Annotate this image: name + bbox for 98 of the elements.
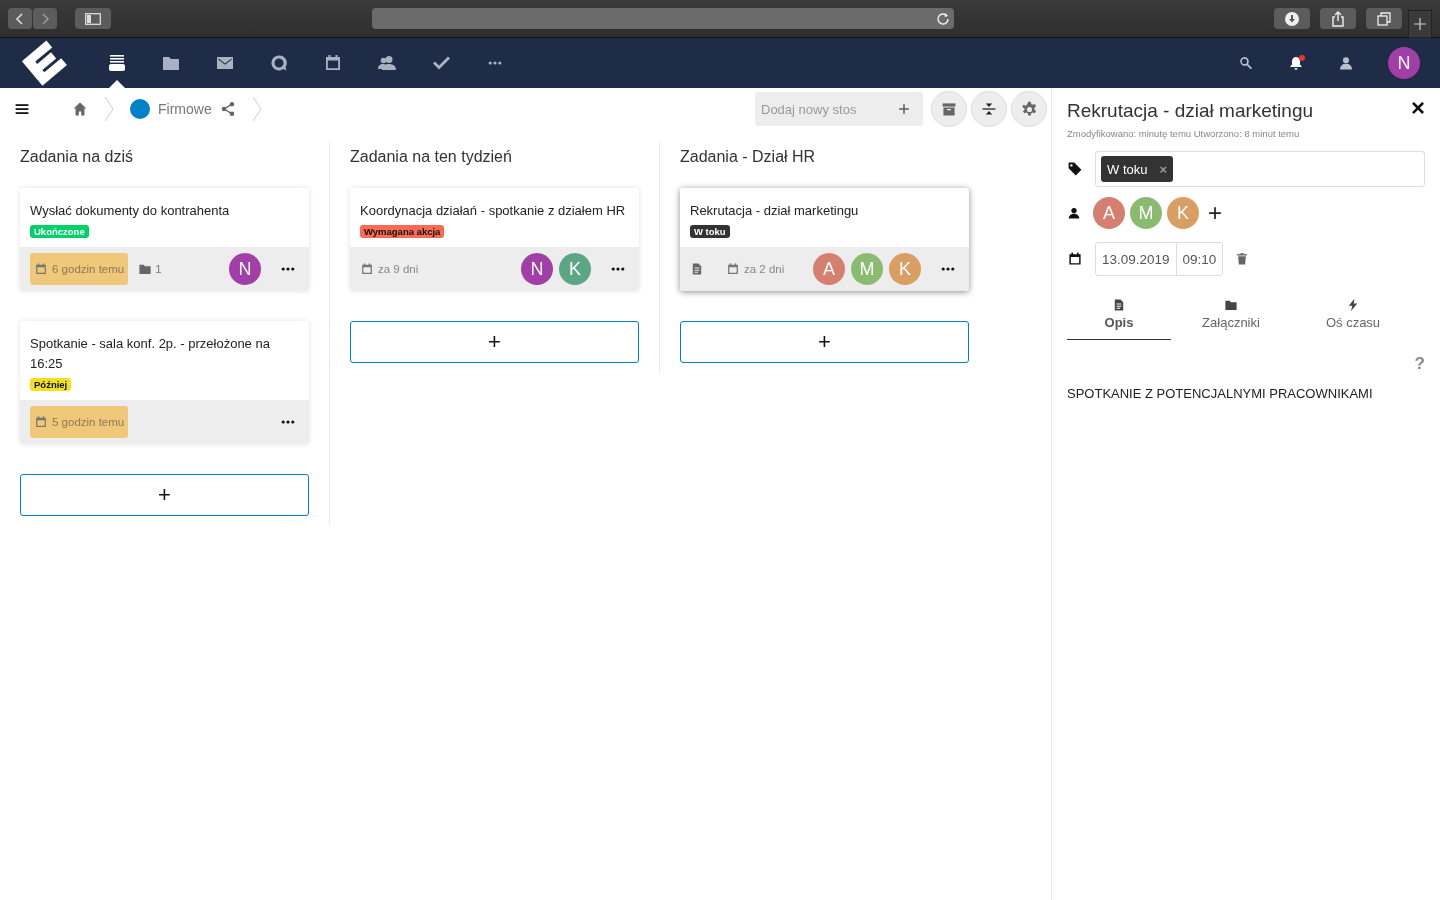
calendar-icon <box>1067 251 1083 267</box>
avatar: A <box>813 253 845 285</box>
reload-icon[interactable] <box>935 11 950 26</box>
calendar-icon <box>34 262 48 276</box>
description-text: SPOTKANIE Z POTENCJALNYMI PRACOWNIKAMI <box>1067 386 1374 401</box>
avatar: M <box>1130 197 1162 229</box>
calendar-icon <box>360 262 374 276</box>
task-card[interactable]: Koordynacja działań - spotkanie z działem HR Wymagana akcja za 9 dni N K <box>350 188 639 291</box>
due-date: 6 godzin temu <box>52 263 125 275</box>
tags-field[interactable]: W toku × <box>1095 151 1425 187</box>
tab[interactable]: Opis <box>1067 298 1171 340</box>
settings-button[interactable] <box>1011 91 1047 127</box>
avatar: K <box>1167 197 1199 229</box>
breadcrumb-separator-icon <box>251 96 262 122</box>
home-icon[interactable] <box>72 101 88 117</box>
status-tag: Później <box>30 378 72 391</box>
plus-icon <box>1414 17 1426 30</box>
add-card-button[interactable]: + <box>680 321 969 363</box>
more-icon[interactable] <box>941 267 955 271</box>
tabs-icon <box>1377 11 1391 26</box>
card-title: Koordynacja działań - spotkanie z działem HR <box>360 202 627 220</box>
sidebar-icon <box>85 12 101 25</box>
more-icon[interactable] <box>281 267 295 271</box>
document-icon <box>1112 298 1126 312</box>
sidebar-button[interactable] <box>75 8 111 29</box>
task-card[interactable]: Spotkanie - sala konf. 2p. - przełożone na 16:25 Później 5 godzin temu <box>20 321 309 444</box>
help-button[interactable]: ? <box>1414 354 1425 374</box>
attachment-count: 1 <box>155 263 162 275</box>
remove-tag-button[interactable]: × <box>1159 161 1168 177</box>
avatar: A <box>1093 197 1125 229</box>
share-button[interactable] <box>1320 8 1356 29</box>
task-card[interactable]: Wysłać dokumenty do kontrahenta Ukończone 6 godzin temu 1 N <box>20 188 309 291</box>
timestamps: Zmodyfikowano: minutę temu Utworzono: 8 minut temu <box>1067 128 1301 139</box>
collapse-icon <box>981 101 997 117</box>
due-date: za 9 dni <box>378 263 419 275</box>
avatar: K <box>559 253 591 285</box>
add-assignee-button[interactable]: + <box>1208 203 1222 223</box>
card-title: Wysłać dokumenty do kontrahenta <box>30 202 231 220</box>
stacked-cards-icon <box>107 53 127 73</box>
due-date: za 2 dni <box>744 263 785 275</box>
status-tag: Ukończone <box>30 225 89 238</box>
share-icon[interactable] <box>219 101 236 117</box>
settings-icon <box>1020 100 1038 118</box>
download-button[interactable] <box>1274 8 1310 29</box>
breadcrumb-separator-icon <box>104 96 114 122</box>
stack-title: Zadania na dziś <box>20 148 134 167</box>
task-card[interactable]: Rekrutacja - dział marketingu W toku za 2 dni A M K <box>680 188 969 291</box>
avatar: N <box>229 253 261 285</box>
add-card-button[interactable]: + <box>20 474 309 516</box>
new-stack-field[interactable]: Dodaj nowy stos <box>755 92 923 126</box>
forward-button[interactable] <box>33 8 57 29</box>
status-tag: Wymagana akcja <box>360 225 445 238</box>
search-icon[interactable] <box>1238 55 1254 71</box>
people-icon <box>377 53 397 73</box>
tab[interactable]: Załączniki <box>1171 298 1291 340</box>
back-button[interactable] <box>8 8 32 29</box>
avatar: M <box>851 253 883 285</box>
card-title: Spotkanie - sala konf. 2p. - przełożone na 16:25 <box>30 335 271 373</box>
new-tab-button[interactable] <box>1408 9 1432 38</box>
avatar: K <box>889 253 921 285</box>
stack-title: Zadania na ten tydzień <box>350 148 513 167</box>
more-icon[interactable] <box>611 267 625 271</box>
calendar-icon <box>726 262 740 276</box>
calendar-icon <box>323 53 343 73</box>
avatar[interactable]: N <box>1388 47 1420 79</box>
tab[interactable]: Oś czasu <box>1291 298 1415 340</box>
board-name[interactable]: Firmowe <box>158 101 212 117</box>
card-title: Rekrutacja - dział marketingu <box>690 202 860 220</box>
contacts-menu-icon[interactable] <box>1338 55 1354 71</box>
forward-icon <box>40 12 50 25</box>
download-icon <box>1285 11 1299 26</box>
archive-button[interactable] <box>931 91 967 127</box>
archive-icon <box>941 101 957 117</box>
folder-icon <box>138 262 153 276</box>
speech-bubble-icon <box>269 53 289 73</box>
bell-icon <box>1288 55 1304 71</box>
more-icon[interactable] <box>281 420 295 424</box>
add-card-button[interactable]: + <box>350 321 639 363</box>
menu-icon[interactable] <box>14 101 30 117</box>
calendar-icon <box>34 415 48 429</box>
description-icon <box>690 262 704 276</box>
folder-icon <box>1224 298 1238 312</box>
collapse-button[interactable] <box>971 91 1007 127</box>
status-tag: W toku <box>690 225 730 238</box>
tabs-button[interactable] <box>1366 8 1402 29</box>
notifications-button[interactable] <box>1288 55 1304 71</box>
tag-icon <box>1067 161 1083 177</box>
avatar: N <box>521 253 553 285</box>
back-icon <box>15 12 25 25</box>
assignee-icon <box>1067 206 1081 220</box>
share-icon <box>1331 10 1345 27</box>
delete-icon[interactable] <box>1235 252 1250 266</box>
more-icon <box>488 61 502 65</box>
stack-title: Zadania - Dział HR <box>680 148 817 167</box>
tag-text: W toku <box>1107 161 1148 177</box>
close-button[interactable]: × <box>1411 98 1425 118</box>
due-date: 5 godzin temu <box>52 416 125 428</box>
card-detail-title: Rekrutacja - dział marketingu <box>1067 100 1315 122</box>
